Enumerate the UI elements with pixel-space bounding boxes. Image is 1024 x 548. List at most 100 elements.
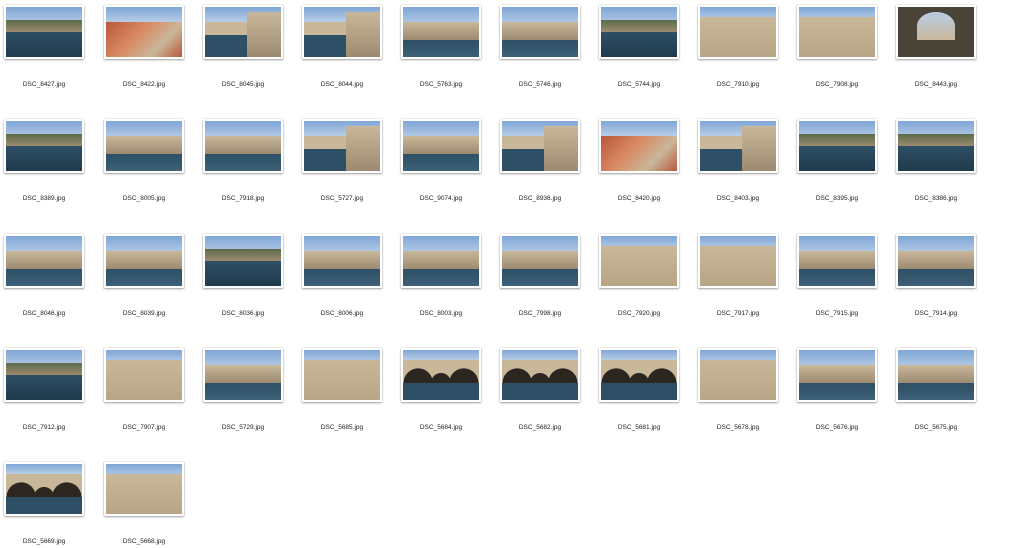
file-icon[interactable]: DSC_8403.jpg	[698, 119, 778, 219]
file-name-label[interactable]: DSC_7907.jpg	[94, 424, 194, 431]
file-icon[interactable]: DSC_8006.jpg	[302, 234, 382, 334]
file-icon[interactable]: DSC_5682.jpg	[500, 348, 580, 448]
file-name-label[interactable]: DSC_5684.jpg	[391, 424, 491, 431]
file-name-label[interactable]: DSC_8003.jpg	[391, 310, 491, 317]
file-name-label[interactable]: DSC_7920.jpg	[589, 310, 689, 317]
image-thumbnail[interactable]	[203, 119, 283, 173]
file-icon[interactable]: DSC_5763.jpg	[401, 5, 481, 105]
image-thumbnail[interactable]	[797, 348, 877, 402]
image-thumbnail[interactable]	[4, 5, 84, 59]
file-name-label[interactable]: DSC_5727.jpg	[292, 195, 392, 202]
file-name-label[interactable]: DSC_8044.jpg	[292, 81, 392, 88]
image-thumbnail[interactable]	[500, 348, 580, 402]
file-icon[interactable]: DSC_8389.jpg	[4, 119, 84, 219]
file-icon[interactable]: DSC_5684.jpg	[401, 348, 481, 448]
file-name-label[interactable]: DSC_5746.jpg	[490, 81, 590, 88]
file-icon[interactable]: DSC_8036.jpg	[203, 234, 283, 334]
file-icon[interactable]: DSC_8045.jpg	[203, 5, 283, 105]
file-icon[interactable]: DSC_7907.jpg	[104, 348, 184, 448]
file-icon[interactable]: DSC_7917.jpg	[698, 234, 778, 334]
image-thumbnail[interactable]	[203, 348, 283, 402]
image-thumbnail[interactable]	[698, 5, 778, 59]
image-thumbnail[interactable]	[203, 5, 283, 59]
image-thumbnail[interactable]	[401, 348, 481, 402]
file-name-label[interactable]: DSC_5729.jpg	[193, 424, 293, 431]
image-thumbnail[interactable]	[896, 119, 976, 173]
image-thumbnail[interactable]	[500, 119, 580, 173]
image-thumbnail[interactable]	[302, 348, 382, 402]
image-thumbnail[interactable]	[896, 5, 976, 59]
file-icon[interactable]: DSC_5676.jpg	[797, 348, 877, 448]
file-name-label[interactable]: DSC_7908.jpg	[787, 81, 887, 88]
file-icon[interactable]: DSC_5746.jpg	[500, 5, 580, 105]
file-name-label[interactable]: DSC_7998.jpg	[490, 310, 590, 317]
file-name-label[interactable]: DSC_7912.jpg	[0, 424, 94, 431]
file-name-label[interactable]: DSC_8403.jpg	[688, 195, 788, 202]
image-thumbnail[interactable]	[599, 348, 679, 402]
image-thumbnail[interactable]	[401, 5, 481, 59]
file-name-label[interactable]: DSC_5678.jpg	[688, 424, 788, 431]
file-icon[interactable]: DSC_8420.jpg	[599, 119, 679, 219]
image-thumbnail[interactable]	[4, 234, 84, 288]
image-thumbnail[interactable]	[203, 234, 283, 288]
file-name-label[interactable]: DSC_7918.jpg	[193, 195, 293, 202]
file-icon[interactable]: DSC_8427.jpg	[4, 5, 84, 105]
image-thumbnail[interactable]	[500, 234, 580, 288]
file-name-label[interactable]: DSC_8045.jpg	[193, 81, 293, 88]
file-name-label[interactable]: DSC_8006.jpg	[292, 310, 392, 317]
image-thumbnail[interactable]	[104, 234, 184, 288]
file-name-label[interactable]: DSC_5675.jpg	[886, 424, 986, 431]
image-thumbnail[interactable]	[599, 234, 679, 288]
file-icon[interactable]: DSC_5681.jpg	[599, 348, 679, 448]
file-name-label[interactable]: DSC_8443.jpg	[886, 81, 986, 88]
image-thumbnail[interactable]	[500, 5, 580, 59]
file-icon[interactable]: DSC_5744.jpg	[599, 5, 679, 105]
file-name-label[interactable]: DSC_7910.jpg	[688, 81, 788, 88]
file-name-label[interactable]: DSC_7917.jpg	[688, 310, 788, 317]
image-thumbnail[interactable]	[797, 5, 877, 59]
image-thumbnail[interactable]	[698, 234, 778, 288]
file-name-label[interactable]: DSC_5763.jpg	[391, 81, 491, 88]
image-thumbnail[interactable]	[401, 119, 481, 173]
file-icon[interactable]: DSC_8443.jpg	[896, 5, 976, 105]
file-name-label[interactable]: DSC_8395.jpg	[787, 195, 887, 202]
file-name-label[interactable]: DSC_5744.jpg	[589, 81, 689, 88]
image-thumbnail[interactable]	[896, 348, 976, 402]
file-icon[interactable]: DSC_7998.jpg	[500, 234, 580, 334]
image-thumbnail[interactable]	[599, 5, 679, 59]
file-name-label[interactable]: DSC_5676.jpg	[787, 424, 887, 431]
file-icon[interactable]: DSC_9074.jpg	[401, 119, 481, 219]
file-icon[interactable]: DSC_8386.jpg	[896, 119, 976, 219]
image-thumbnail[interactable]	[104, 5, 184, 59]
file-icon[interactable]: DSC_5675.jpg	[896, 348, 976, 448]
file-icon[interactable]: DSC_8422.jpg	[104, 5, 184, 105]
file-name-label[interactable]: DSC_5681.jpg	[589, 424, 689, 431]
file-icon[interactable]: DSC_8005.jpg	[104, 119, 184, 219]
file-icon[interactable]: DSC_5668.jpg	[104, 462, 184, 548]
file-name-label[interactable]: DSC_8427.jpg	[0, 81, 94, 88]
file-name-label[interactable]: DSC_8422.jpg	[94, 81, 194, 88]
file-icon[interactable]: DSC_5678.jpg	[698, 348, 778, 448]
file-icon[interactable]: DSC_7910.jpg	[698, 5, 778, 105]
file-icon[interactable]: DSC_8395.jpg	[797, 119, 877, 219]
image-thumbnail[interactable]	[797, 234, 877, 288]
file-name-label[interactable]: DSC_8036.jpg	[193, 310, 293, 317]
file-name-label[interactable]: DSC_8389.jpg	[0, 195, 94, 202]
file-icon[interactable]: DSC_7912.jpg	[4, 348, 84, 448]
file-name-label[interactable]: DSC_8936.jpg	[490, 195, 590, 202]
image-thumbnail[interactable]	[104, 462, 184, 516]
image-thumbnail[interactable]	[302, 234, 382, 288]
file-name-label[interactable]: DSC_7915.jpg	[787, 310, 887, 317]
image-thumbnail[interactable]	[104, 119, 184, 173]
file-icon[interactable]: DSC_7908.jpg	[797, 5, 877, 105]
image-thumbnail[interactable]	[4, 348, 84, 402]
image-thumbnail[interactable]	[4, 119, 84, 173]
file-name-label[interactable]: DSC_5668.jpg	[94, 538, 194, 545]
file-icon[interactable]: DSC_8936.jpg	[500, 119, 580, 219]
file-name-label[interactable]: DSC_8420.jpg	[589, 195, 689, 202]
image-thumbnail[interactable]	[302, 119, 382, 173]
file-icon[interactable]: DSC_8039.jpg	[104, 234, 184, 334]
image-thumbnail[interactable]	[797, 119, 877, 173]
file-name-label[interactable]: DSC_8046.jpg	[0, 310, 94, 317]
file-icon[interactable]: DSC_5685.jpg	[302, 348, 382, 448]
